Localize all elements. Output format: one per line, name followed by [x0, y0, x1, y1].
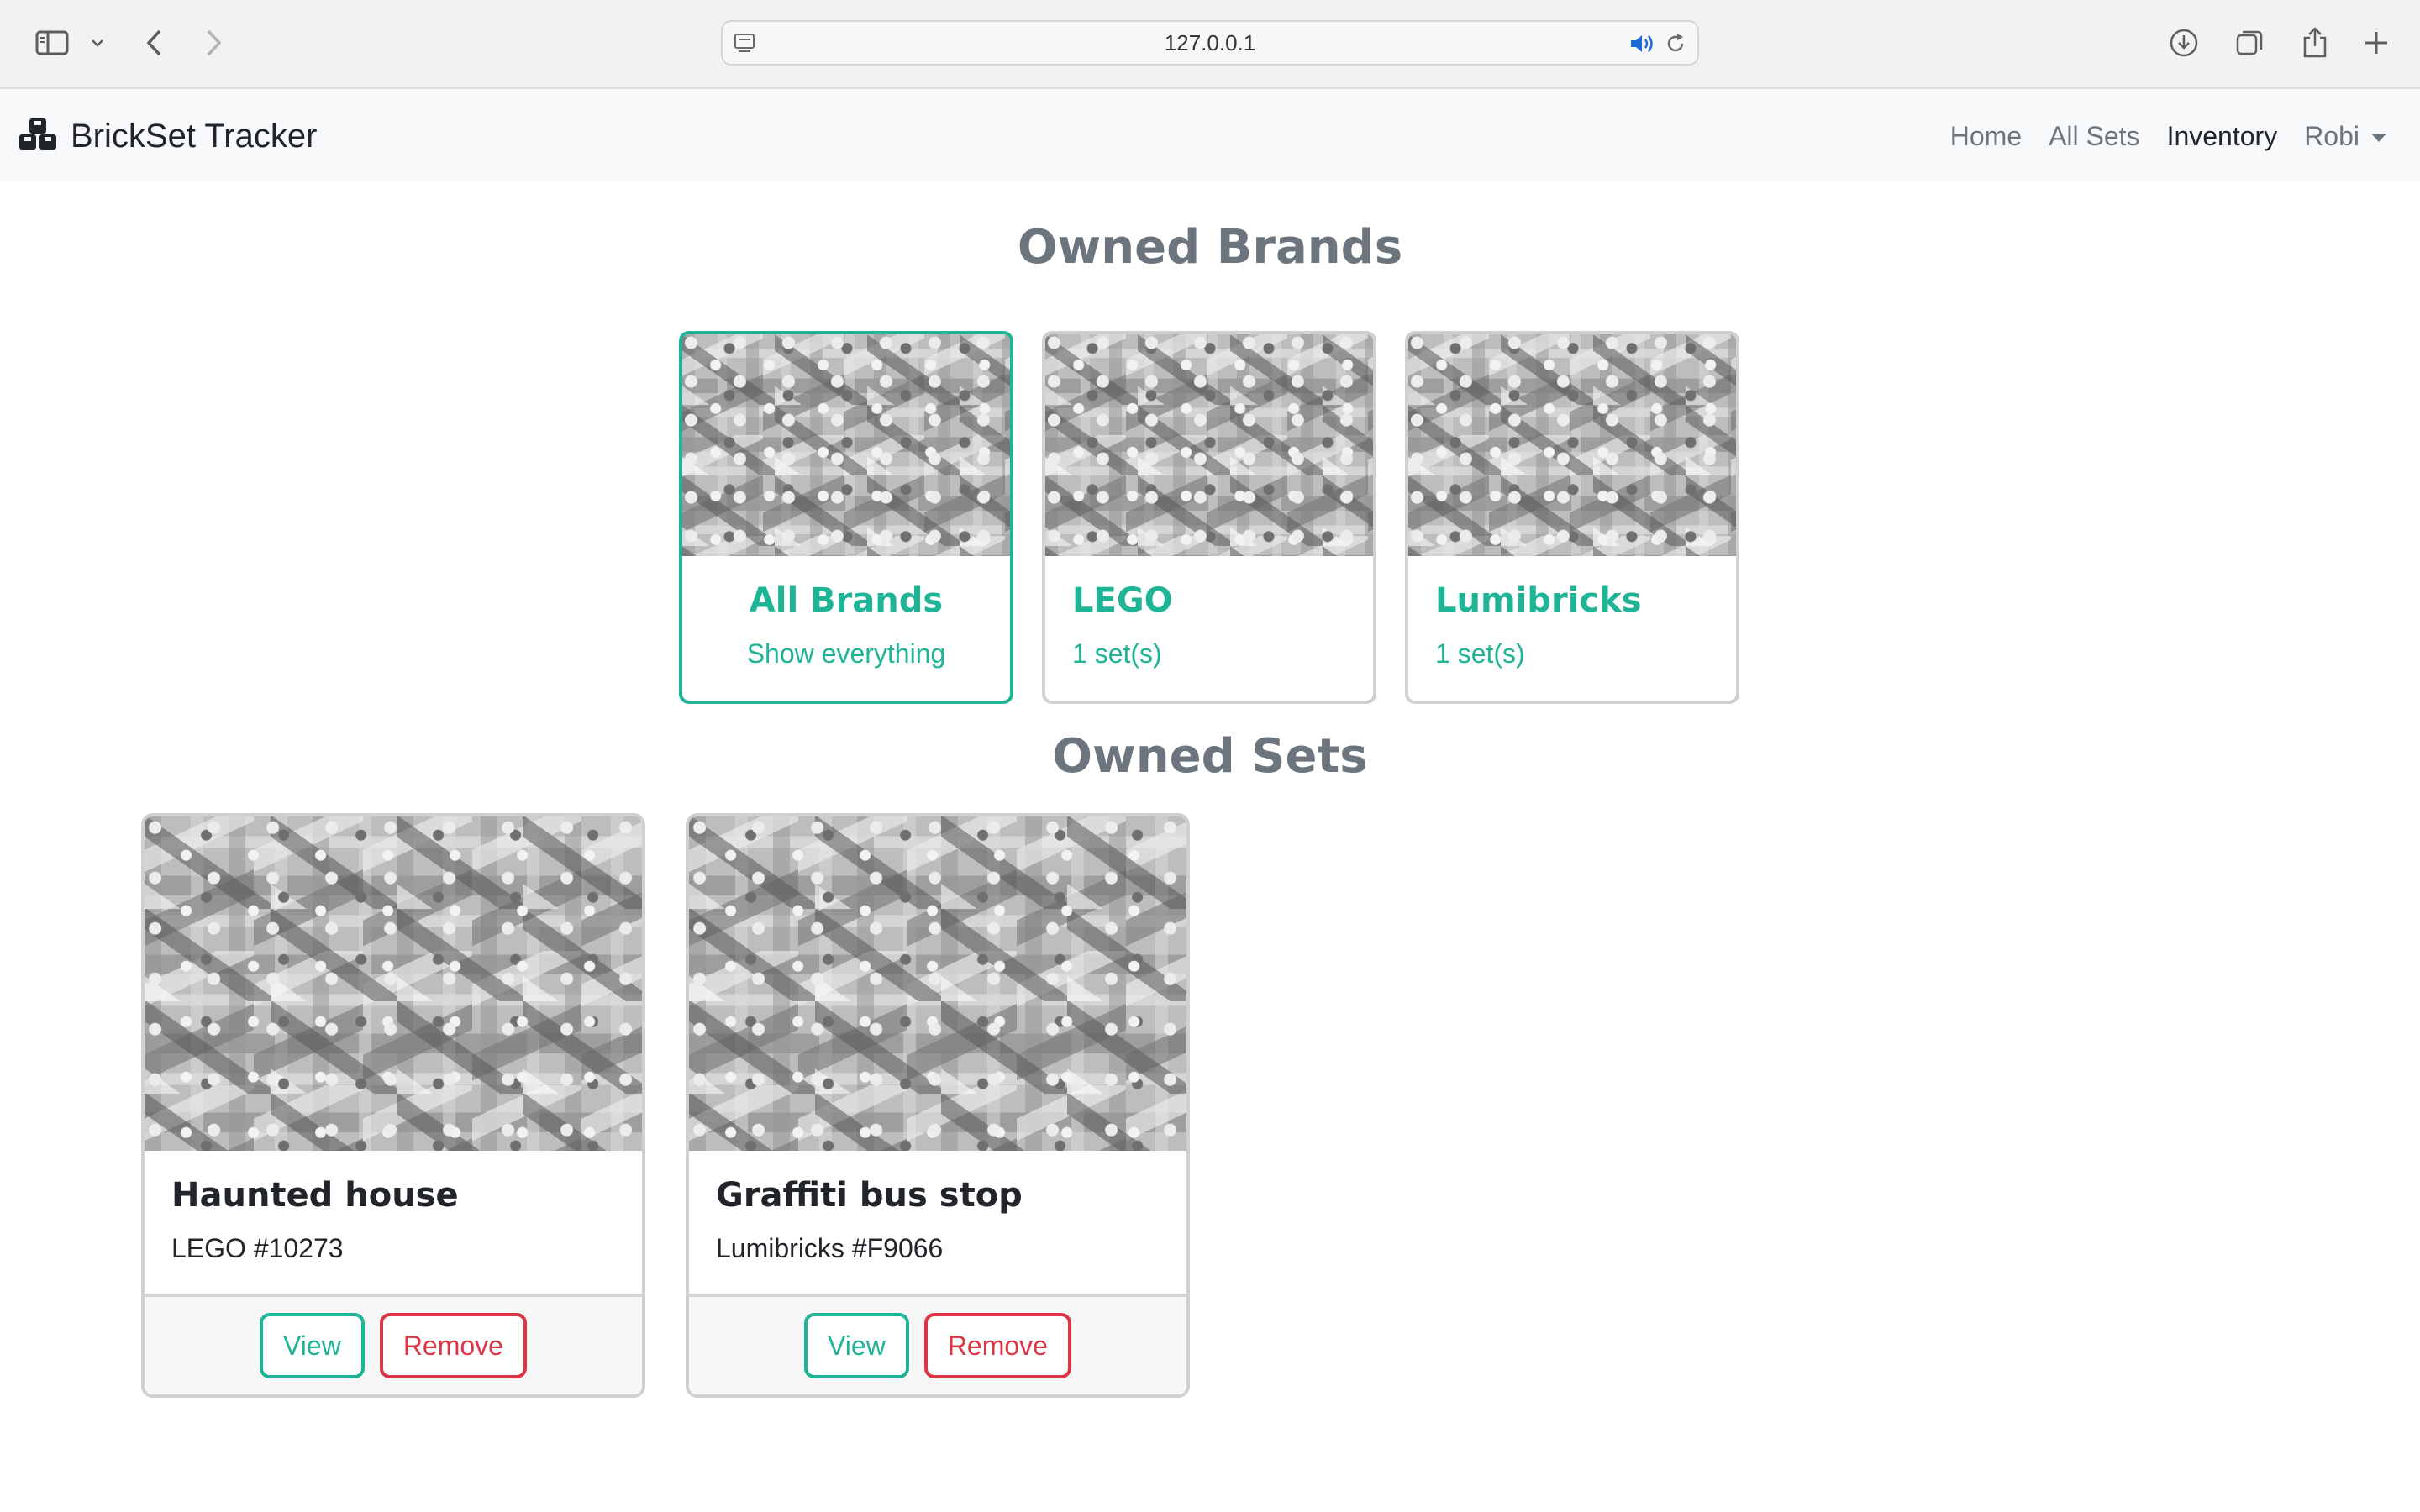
- brand-card-all-brands[interactable]: All Brands Show everything: [679, 331, 1013, 704]
- address-bar[interactable]: 127.0.0.1: [721, 20, 1699, 66]
- brand-title: BrickSet Tracker: [71, 117, 318, 155]
- tabs-icon[interactable]: [2232, 22, 2267, 64]
- set-brand-number: Lumibricks #F9066: [716, 1233, 944, 1263]
- boxes-icon: [18, 118, 57, 155]
- nav-inventory[interactable]: Inventory: [2167, 121, 2278, 152]
- back-icon[interactable]: [139, 22, 170, 64]
- set-image: [145, 816, 642, 1151]
- set-title: Haunted house: [171, 1176, 459, 1215]
- brand-name: LEGO: [1072, 581, 1173, 620]
- brand-image: [1408, 334, 1736, 556]
- brand-link[interactable]: BrickSet Tracker: [18, 113, 317, 160]
- url-text: 127.0.0.1: [1164, 30, 1256, 55]
- brand-subtitle: Show everything: [746, 638, 946, 669]
- brand-image: [1045, 334, 1373, 556]
- set-card-graffiti-bus-stop: Graffiti bus stop Lumibricks #F9066 View…: [686, 813, 1190, 1398]
- download-icon[interactable]: [2166, 22, 2202, 64]
- new-tab-icon[interactable]: [2360, 22, 2393, 64]
- remove-button[interactable]: Remove: [379, 1313, 527, 1378]
- brand-image: [682, 334, 1010, 556]
- set-image: [689, 816, 1186, 1151]
- remove-button[interactable]: Remove: [923, 1313, 1071, 1378]
- view-button[interactable]: View: [804, 1313, 909, 1378]
- sidebar-icon[interactable]: [32, 22, 72, 64]
- card-footer: View Remove: [689, 1294, 1186, 1394]
- set-title: Graffiti bus stop: [716, 1176, 1023, 1215]
- forward-icon[interactable]: [198, 22, 229, 64]
- nav-links: Home All Sets Inventory Robi: [1950, 113, 2386, 160]
- share-icon[interactable]: [2297, 22, 2333, 64]
- browser-toolbar: 127.0.0.1: [0, 0, 2420, 89]
- chevron-down-icon[interactable]: [86, 22, 109, 64]
- brand-set-count: 1 set(s): [1072, 638, 1162, 669]
- card-footer: View Remove: [145, 1294, 642, 1394]
- brand-name: All Brands: [749, 581, 944, 620]
- owned-brands-heading: Owned Brands: [1017, 220, 1403, 275]
- brand-set-count: 1 set(s): [1435, 638, 1525, 669]
- brand-name: Lumibricks: [1435, 581, 1642, 620]
- user-name: Robi: [2304, 120, 2360, 151]
- nav-home[interactable]: Home: [1950, 121, 2022, 152]
- brand-card-lego[interactable]: LEGO 1 set(s): [1042, 331, 1376, 704]
- view-button[interactable]: View: [260, 1313, 365, 1378]
- user-menu-dropdown[interactable]: Robi: [2304, 121, 2386, 152]
- set-card-haunted-house: Haunted house LEGO #10273 View Remove: [141, 813, 645, 1398]
- reload-icon[interactable]: [1664, 32, 1687, 55]
- brand-card-lumibricks[interactable]: Lumibricks 1 set(s): [1405, 331, 1739, 704]
- owned-sets-heading: Owned Sets: [1052, 729, 1368, 784]
- app-navbar: BrickSet Tracker Home All Sets Inventory…: [0, 89, 2420, 181]
- caret-down-icon: [2371, 134, 2386, 143]
- set-brand-number: LEGO #10273: [171, 1233, 344, 1263]
- speaker-icon[interactable]: [1628, 32, 1655, 55]
- nav-all-sets[interactable]: All Sets: [2049, 121, 2139, 152]
